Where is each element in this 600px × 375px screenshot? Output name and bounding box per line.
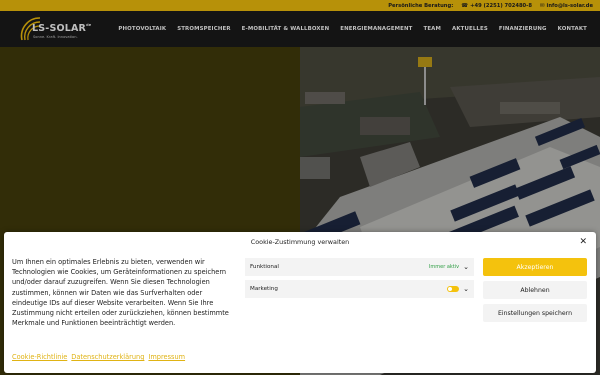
cookie-title: Cookie-Zustimmung verwalten	[250, 238, 350, 246]
save-settings-button[interactable]: Einstellungen speichern	[483, 304, 587, 322]
close-icon[interactable]: ✕	[579, 237, 587, 247]
pref-controls-funktional: Immer aktiv ⌄	[429, 263, 469, 271]
cookie-policy-link[interactable]: Cookie-Richtlinie	[12, 353, 67, 361]
pref-controls-marketing: ⌄	[447, 285, 469, 293]
always-active-badge: Immer aktiv	[428, 264, 460, 270]
imprint-link[interactable]: Impressum	[148, 353, 185, 361]
pref-label-funktional: Funktional	[250, 264, 279, 270]
cookie-consent-dialog: Cookie-Zustimmung verwalten ✕ Um Ihnen e…	[4, 232, 596, 373]
deny-button[interactable]: Ablehnen	[483, 281, 587, 299]
pref-label-marketing: Marketing	[250, 286, 278, 292]
privacy-policy-link[interactable]: Datenschutzerklärung	[71, 353, 144, 361]
pref-row-funktional[interactable]: Funktional Immer aktiv ⌄	[245, 258, 474, 276]
pref-row-marketing[interactable]: Marketing ⌄	[245, 280, 474, 298]
marketing-toggle[interactable]	[447, 286, 460, 292]
chevron-down-icon[interactable]: ⌄	[463, 263, 469, 271]
accept-button[interactable]: Akzeptieren	[483, 258, 587, 276]
cookie-message: Um Ihnen ein optimales Erlebnis zu biete…	[12, 258, 229, 328]
chevron-down-icon[interactable]: ⌄	[463, 285, 469, 293]
cookie-links: Cookie-Richtlinie Datenschutzerklärung I…	[12, 353, 185, 361]
